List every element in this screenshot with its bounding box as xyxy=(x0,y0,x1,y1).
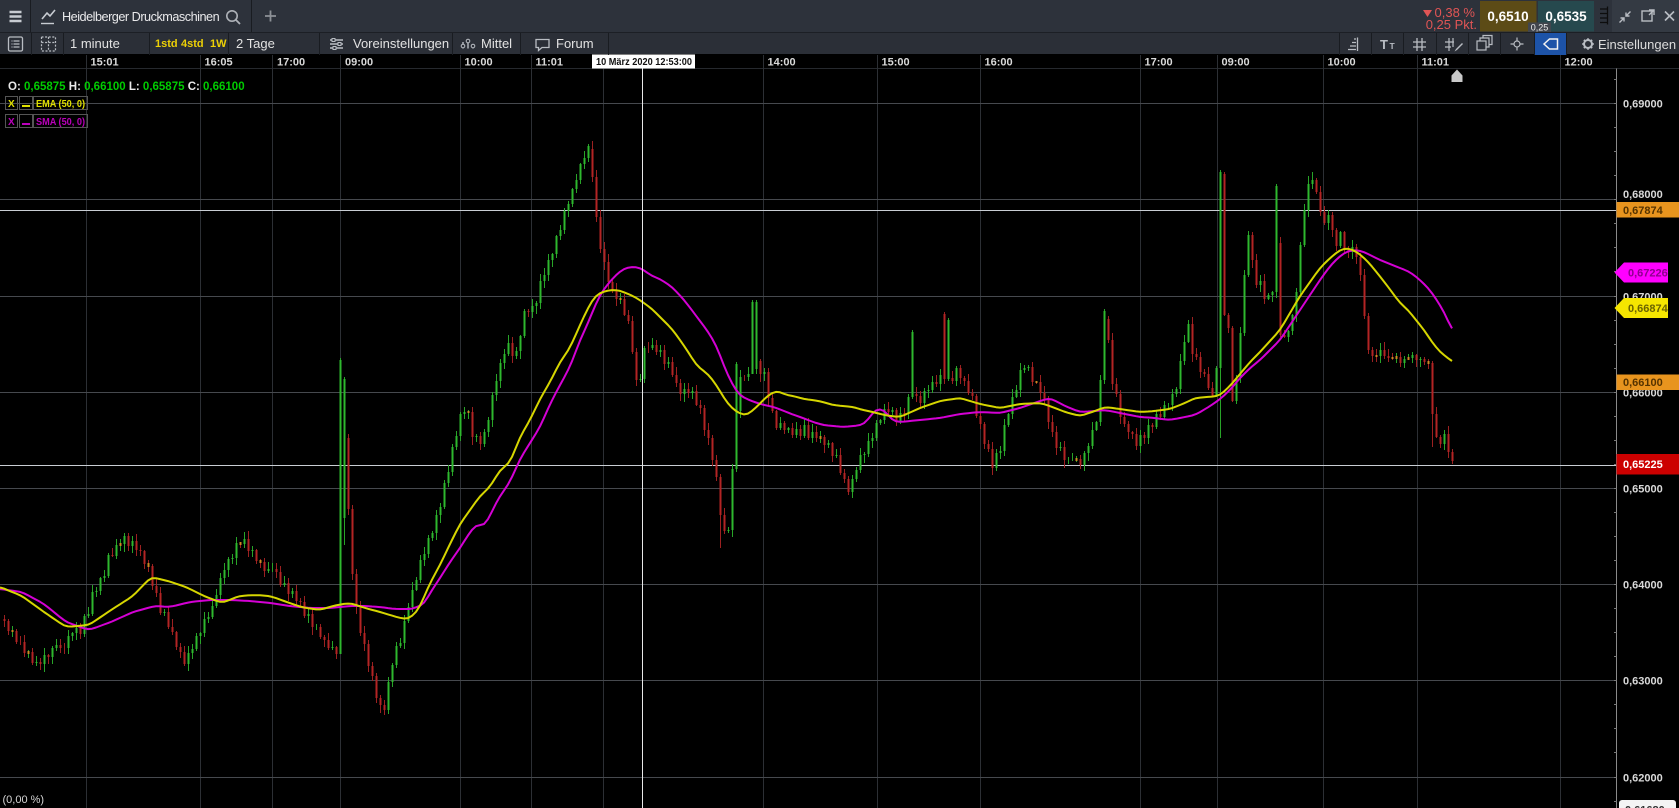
svg-text:T: T xyxy=(1380,37,1388,52)
svg-text:Einstellungen: Einstellungen xyxy=(1598,37,1676,52)
svg-text:0,66874: 0,66874 xyxy=(1628,303,1669,315)
svg-text:T: T xyxy=(1390,41,1396,51)
svg-text:0,64000: 0,64000 xyxy=(1623,580,1663,592)
svg-text:0,68000: 0,68000 xyxy=(1623,189,1663,201)
svg-text:0,66100: 0,66100 xyxy=(1623,377,1663,389)
svg-text:0,65000: 0,65000 xyxy=(1623,484,1663,496)
svg-text:0,65225: 0,65225 xyxy=(1623,459,1663,471)
svg-text:15:00: 15:00 xyxy=(882,57,910,69)
svg-text:0,62000: 0,62000 xyxy=(1623,773,1663,785)
svg-text:11:01: 11:01 xyxy=(536,57,564,69)
svg-text:09:00: 09:00 xyxy=(345,57,373,69)
svg-text:15:01: 15:01 xyxy=(91,57,119,69)
svg-text:0,6535: 0,6535 xyxy=(1545,9,1587,24)
svg-text:(0,00 %): (0,00 %) xyxy=(3,794,45,806)
svg-text:O: 0,65875 H: 0,66100 L: 0,6: O: 0,65875 H: 0,66100 L: 0,65875 C: 0,66… xyxy=(8,81,245,93)
svg-text:12:00: 12:00 xyxy=(1565,57,1593,69)
svg-text:Heidelberger Druckmaschinen: Heidelberger Druckmaschinen xyxy=(62,10,220,24)
svg-text:0,67874: 0,67874 xyxy=(1623,205,1664,217)
svg-text:11:01: 11:01 xyxy=(1422,57,1450,69)
svg-text:0,61680: 0,61680 xyxy=(1625,805,1665,808)
svg-text:10:00: 10:00 xyxy=(1328,57,1356,69)
svg-text:16:00: 16:00 xyxy=(985,57,1013,69)
svg-text:0,6510: 0,6510 xyxy=(1487,9,1528,24)
svg-text:X: X xyxy=(8,117,15,128)
svg-text:14:00: 14:00 xyxy=(768,57,796,69)
svg-text:09:00: 09:00 xyxy=(1222,57,1250,69)
svg-text:0,63000: 0,63000 xyxy=(1623,676,1663,688)
svg-text:17:00: 17:00 xyxy=(277,57,305,69)
svg-text:10:00: 10:00 xyxy=(465,57,493,69)
svg-text:X: X xyxy=(8,99,15,110)
svg-text:17:00: 17:00 xyxy=(1145,57,1173,69)
svg-text:16:05: 16:05 xyxy=(205,57,233,69)
svg-text:10 März 2020 12:53:00: 10 März 2020 12:53:00 xyxy=(596,57,692,68)
svg-text:0,25 Pkt.: 0,25 Pkt. xyxy=(1426,17,1477,32)
svg-text:EMA (50, 0): EMA (50, 0) xyxy=(36,99,85,110)
svg-text:SMA (50, 0): SMA (50, 0) xyxy=(36,117,85,128)
svg-text:0,25: 0,25 xyxy=(1531,23,1549,33)
svg-text:0,67226: 0,67226 xyxy=(1628,268,1668,280)
svg-text:0,69000: 0,69000 xyxy=(1623,99,1663,111)
